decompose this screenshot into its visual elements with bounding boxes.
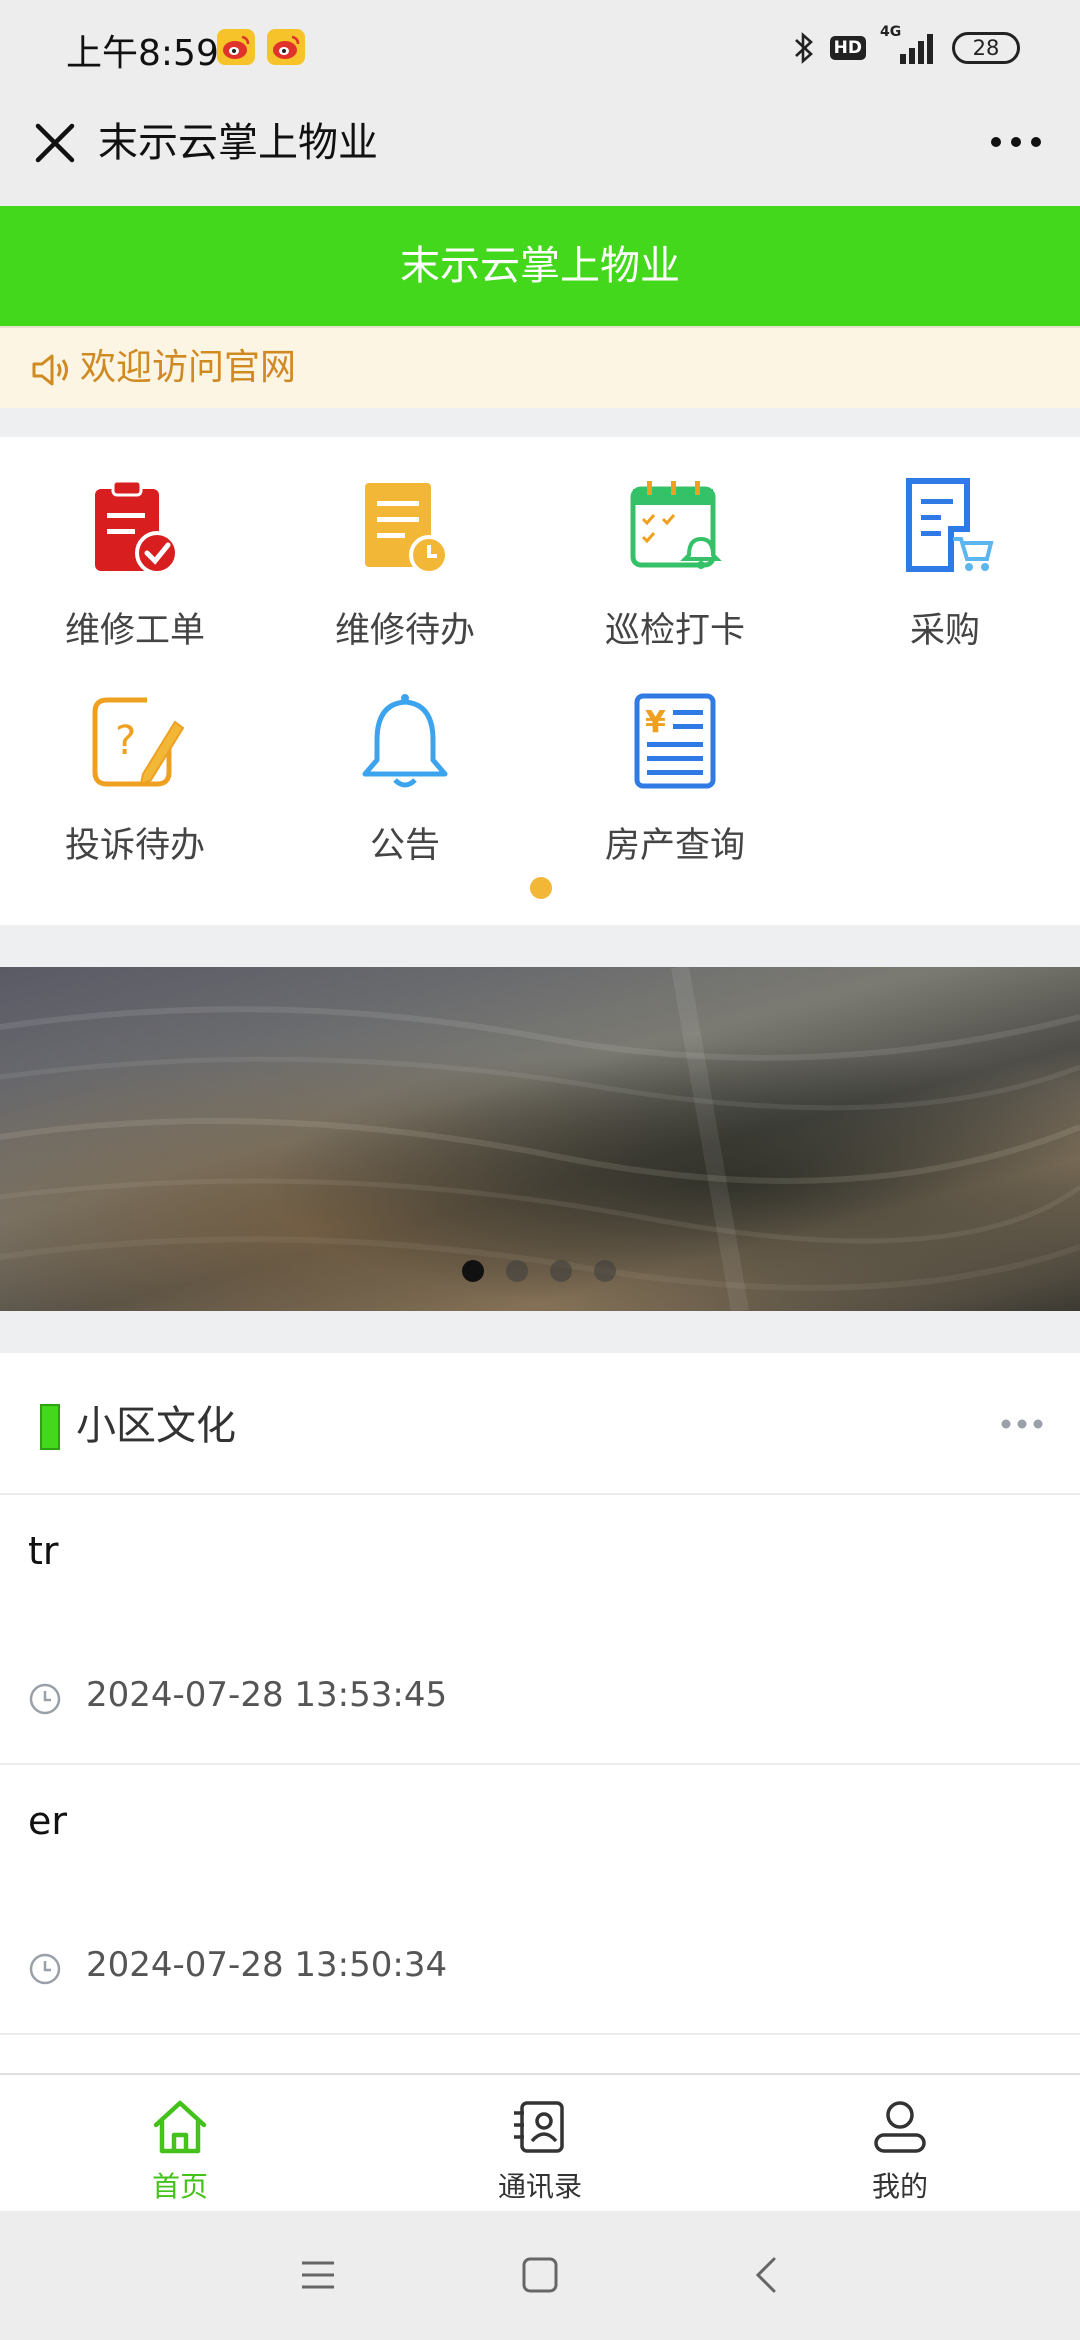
menu-label: 维修待办 (334, 611, 475, 651)
menu-icon[interactable] (296, 2253, 340, 2297)
menu-item-property-query[interactable]: ¥ 房产查询 (540, 652, 810, 866)
battery-indicator: 28 (952, 32, 1020, 64)
app-header: 末示云掌上物业 (0, 206, 1080, 326)
tab-label: 首页 (151, 2170, 208, 2203)
section-accent-bar (40, 1404, 60, 1450)
news-title: tr (28, 1529, 59, 1573)
bell-icon (362, 694, 448, 788)
notice-bar[interactable]: 欢迎访问官网 (0, 326, 1080, 408)
document-cart-icon (906, 478, 994, 572)
tab-home[interactable]: 首页 (0, 2075, 360, 2213)
menu-label: 房产查询 (604, 826, 745, 866)
list-item[interactable]: er 2024-07-28 13:50:34 (0, 1765, 1080, 2035)
status-indicators: HD 4G 28 (792, 24, 1020, 68)
section-title: 小区文化 (76, 1403, 236, 1449)
svg-text:¥: ¥ (645, 705, 666, 740)
more-icon[interactable] (1000, 1411, 1044, 1437)
community-culture-section: 小区文化 tr 2024-07-28 13:53:45 er 2024-07-2… (0, 1353, 1080, 2075)
banner-dot[interactable] (594, 1260, 616, 1282)
menu-item-complaint-todo[interactable]: ? 投诉待办 (0, 652, 270, 866)
clock-icon (29, 1683, 61, 1715)
page-title: 末示云掌上物业 (98, 120, 378, 166)
user-icon (874, 2101, 926, 2153)
menu-item-patrol-checkin[interactable]: 巡检打卡 (540, 437, 810, 651)
clipboard-check-icon (95, 479, 179, 575)
status-time: 上午8:59 (66, 33, 219, 74)
banner-dot[interactable] (462, 1260, 484, 1282)
contacts-icon (514, 2101, 564, 2153)
menu-label: 采购 (909, 611, 980, 651)
app-header-title: 末示云掌上物业 (400, 243, 680, 289)
back-icon[interactable] (746, 2253, 790, 2297)
weibo-icon (217, 29, 255, 65)
list-item[interactable]: tr 2024-07-28 13:53:45 (0, 1495, 1080, 1765)
banner-dot[interactable] (550, 1260, 572, 1282)
home-square-icon[interactable] (518, 2253, 562, 2297)
bottom-tab-bar: 首页 通讯录 我的 (0, 2073, 1080, 2211)
menu-label: 巡检打卡 (604, 611, 745, 651)
title-bar: 末示云掌上物业 (0, 100, 1080, 206)
tab-contacts[interactable]: 通讯录 (360, 2075, 720, 2213)
calendar-bell-icon (630, 481, 722, 569)
bluetooth-icon (794, 32, 813, 64)
menu-item-announcement[interactable]: 公告 (270, 652, 540, 866)
banner-indicators (462, 1260, 616, 1282)
menu-label: 公告 (369, 826, 440, 866)
close-icon[interactable] (30, 118, 80, 168)
hd-badge: HD (829, 36, 866, 60)
system-navigation-bar (0, 2211, 1080, 2340)
svg-text:?: ? (115, 718, 136, 764)
news-timestamp: 2024-07-28 13:50:34 (86, 1945, 448, 1985)
tab-mine[interactable]: 我的 (720, 2075, 1080, 2213)
home-icon (153, 2100, 207, 2154)
banner-carousel[interactable] (0, 967, 1080, 1311)
signal-icon: 4G (880, 24, 938, 66)
function-menu: 维修工单 维修待办 巡检打卡 采购 ? 投诉待办 公告 ¥ 房产查询 (0, 437, 1080, 925)
notice-text: 欢迎访问官网 (80, 347, 297, 388)
menu-label: 维修工单 (64, 611, 205, 651)
clock-icon (29, 1953, 61, 1985)
document-clock-icon (365, 483, 449, 575)
tab-label: 通讯录 (497, 2170, 582, 2203)
news-timestamp: 2024-07-28 13:53:45 (86, 1675, 448, 1715)
banner-dot[interactable] (506, 1260, 528, 1282)
menu-item-repair-todo[interactable]: 维修待办 (270, 437, 540, 651)
menu-page-indicator (530, 877, 552, 899)
menu-item-repair-order[interactable]: 维修工单 (0, 437, 270, 651)
speaker-icon (32, 354, 68, 386)
tab-label: 我的 (871, 2170, 928, 2203)
section-header: 小区文化 (0, 1353, 1080, 1495)
news-title: er (28, 1799, 68, 1843)
menu-label: 投诉待办 (64, 826, 205, 866)
more-options-icon[interactable] (986, 122, 1046, 162)
status-bar: 上午8:59 HD 4G 28 (0, 0, 1080, 100)
bill-yen-icon: ¥ (634, 693, 716, 789)
menu-item-purchase[interactable]: 采购 (810, 437, 1080, 651)
weibo-icon (267, 29, 305, 65)
complaint-pen-icon: ? (92, 697, 185, 787)
